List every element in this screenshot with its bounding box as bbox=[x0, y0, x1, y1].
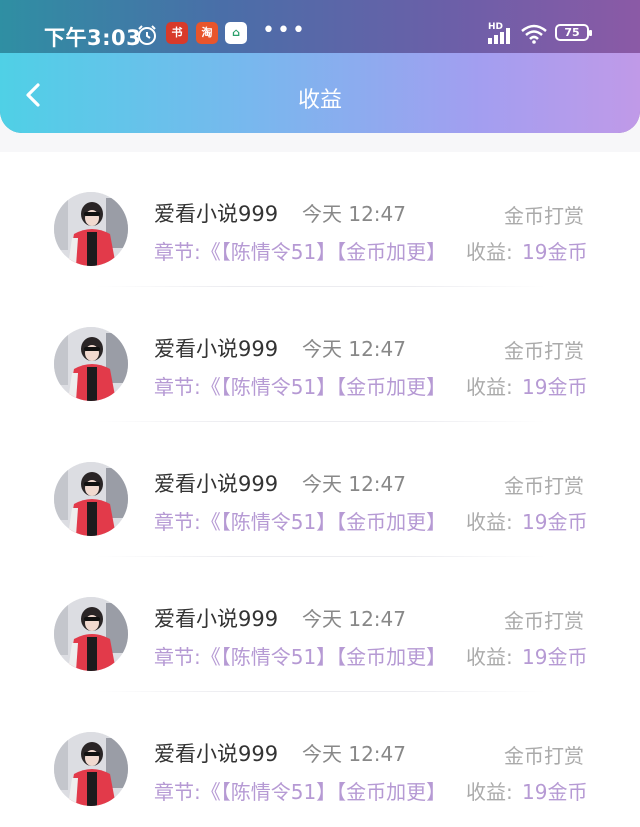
earning-value: 19金币 bbox=[522, 780, 588, 804]
user-avatar-image bbox=[54, 327, 128, 401]
user-avatar-image bbox=[54, 192, 128, 266]
list-item[interactable]: 爱看小说999 今天 12:47 金币打赏 章节:《【陈情令51】【金币加更】 … bbox=[0, 422, 640, 557]
more-notifications-icon: ••• bbox=[262, 18, 307, 43]
earning-type: 金币打赏 bbox=[504, 204, 584, 228]
earning-value: 19金币 bbox=[522, 375, 588, 399]
earning-label: 收益: bbox=[466, 510, 513, 534]
avatar[interactable] bbox=[54, 732, 128, 806]
battery-indicator: 75 bbox=[555, 24, 592, 41]
user-avatar-image bbox=[54, 597, 128, 671]
app-header: 下午3:03 书 淘 ⌂ ••• HD 75 收益 bbox=[0, 0, 640, 133]
avatar[interactable] bbox=[54, 597, 128, 671]
list-item[interactable]: 爱看小说999 今天 12:47 金币打赏 章节:《【陈情令51】【金币加更】 … bbox=[0, 152, 640, 287]
username: 爱看小说999 bbox=[154, 607, 279, 631]
chapter-detail[interactable]: 章节:《【陈情令51】【金币加更】 bbox=[154, 776, 464, 805]
list-item[interactable]: 爱看小说999 今天 12:47 金币打赏 章节:《【陈情令51】【金币加更】 … bbox=[0, 557, 640, 692]
earning-label: 收益: bbox=[466, 645, 513, 669]
chapter-detail[interactable]: 章节:《【陈情令51】【金币加更】 bbox=[154, 506, 464, 535]
earnings-list: 爱看小说999 今天 12:47 金币打赏 章节:《【陈情令51】【金币加更】 … bbox=[0, 152, 640, 827]
avatar[interactable] bbox=[54, 327, 128, 401]
signal-icon bbox=[488, 28, 510, 44]
avatar[interactable] bbox=[54, 462, 128, 536]
timestamp: 今天 12:47 bbox=[302, 607, 406, 631]
chapter-detail[interactable]: 章节:《【陈情令51】【金币加更】 bbox=[154, 236, 464, 265]
earning-label: 收益: bbox=[466, 780, 513, 804]
avatar[interactable] bbox=[54, 192, 128, 266]
list-item[interactable]: 爱看小说999 今天 12:47 金币打赏 章节:《【陈情令51】【金币加更】 … bbox=[0, 692, 640, 827]
status-time: 下午3:03 bbox=[44, 26, 142, 50]
earning-type: 金币打赏 bbox=[504, 339, 584, 363]
timestamp: 今天 12:47 bbox=[302, 742, 406, 766]
earning-value: 19金币 bbox=[522, 240, 588, 264]
username: 爱看小说999 bbox=[154, 742, 279, 766]
list-item[interactable]: 爱看小说999 今天 12:47 金币打赏 章节:《【陈情令51】【金币加更】 … bbox=[0, 287, 640, 422]
timestamp: 今天 12:47 bbox=[302, 472, 406, 496]
wifi-icon bbox=[521, 24, 547, 44]
chapter-detail[interactable]: 章节:《【陈情令51】【金币加更】 bbox=[154, 371, 464, 400]
earning-type: 金币打赏 bbox=[504, 474, 584, 498]
username: 爱看小说999 bbox=[154, 202, 279, 226]
earning-type: 金币打赏 bbox=[504, 744, 584, 768]
page-title: 收益 bbox=[297, 88, 342, 113]
earning-value: 19金币 bbox=[522, 510, 588, 534]
taobao-app-icon: 淘 bbox=[196, 22, 218, 44]
status-bar: 下午3:03 书 淘 ⌂ ••• HD 75 bbox=[0, 0, 640, 53]
user-avatar-image bbox=[54, 462, 128, 536]
user-avatar-image bbox=[54, 732, 128, 806]
username: 爱看小说999 bbox=[154, 337, 279, 361]
reader-app-icon: 书 bbox=[166, 22, 188, 44]
home-app-icon: ⌂ bbox=[225, 22, 247, 44]
earning-value: 19金币 bbox=[522, 645, 588, 669]
username: 爱看小说999 bbox=[154, 472, 279, 496]
earning-type: 金币打赏 bbox=[504, 609, 584, 633]
alarm-icon bbox=[138, 25, 156, 45]
chapter-detail[interactable]: 章节:《【陈情令51】【金币加更】 bbox=[154, 641, 464, 670]
timestamp: 今天 12:47 bbox=[302, 337, 406, 361]
earning-label: 收益: bbox=[466, 240, 513, 264]
timestamp: 今天 12:47 bbox=[302, 202, 406, 226]
earning-label: 收益: bbox=[466, 375, 513, 399]
